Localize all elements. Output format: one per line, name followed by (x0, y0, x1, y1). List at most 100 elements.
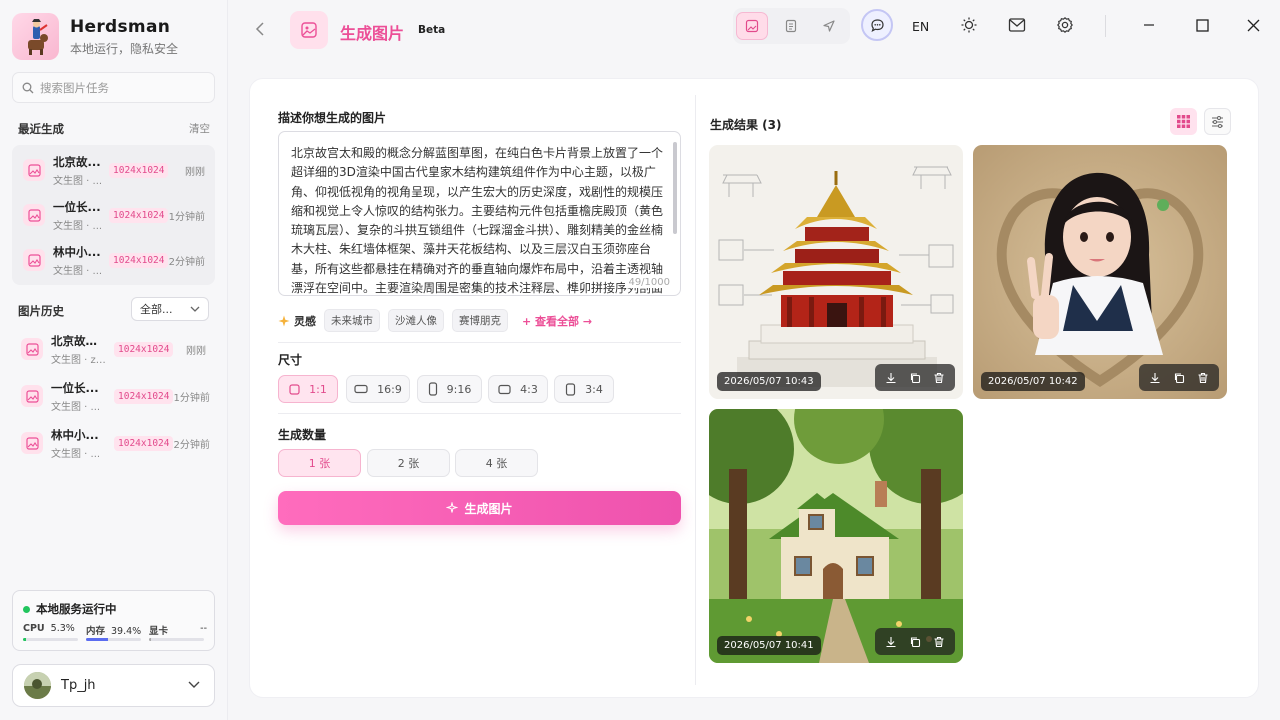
recent-item-sub: 文生图 · ... (53, 220, 103, 232)
inspiration-label: 灵感 (294, 314, 316, 328)
brand: Herdsman 本地运行，隐私安全 (12, 13, 178, 60)
count-option-4[interactable]: 4 张 (455, 449, 538, 477)
recent-item[interactable]: 北京故... 文生图 · ... 1024x1024 刚刚 (12, 148, 215, 192)
result-image-card[interactable]: 2026/05/07 10:43 (709, 145, 963, 399)
download-icon[interactable] (885, 372, 897, 384)
image-icon (21, 432, 43, 454)
prompt-scrollbar[interactable] (673, 142, 677, 234)
send-icon (823, 20, 835, 32)
maximize-icon[interactable] (1196, 19, 1209, 32)
mode-switcher (733, 8, 850, 44)
recent-item-title: 北京故... (53, 154, 101, 169)
history-item-title: 林中小... (51, 427, 99, 442)
result-image-card[interactable]: 2026/05/07 10:41 (709, 409, 963, 663)
user-name: Tp_jh (61, 678, 96, 693)
search-input[interactable] (40, 80, 200, 95)
copy-icon[interactable] (909, 636, 921, 648)
image-timestamp: 2026/05/07 10:42 (981, 372, 1085, 391)
document-icon (785, 19, 797, 33)
panel-divider (695, 95, 696, 685)
history-item-title: 北京故宫... (51, 333, 108, 348)
filter-button[interactable] (1204, 108, 1231, 135)
sidebar: Herdsman 本地运行，隐私安全 最近生成 清空 北京故... 文生图 · .… (0, 0, 228, 720)
recent-list: 北京故... 文生图 · ... 1024x1024 刚刚 一位长... 文生图 ·… (12, 145, 215, 285)
generate-button-label: 生成图片 (464, 501, 513, 516)
trash-icon[interactable] (1197, 372, 1209, 384)
close-icon[interactable] (1247, 19, 1260, 32)
search-box[interactable] (12, 72, 215, 103)
size-badge: 1024x1024 (109, 252, 169, 268)
navigate-mode-button[interactable] (813, 12, 845, 40)
history-item[interactable]: 北京故宫... 文生图 · zi... 1024x1024 刚刚 (12, 327, 215, 371)
chevron-down-icon (190, 306, 200, 312)
size-option-16-9[interactable]: 16:9 (346, 375, 410, 403)
results-title: 生成结果 (3) (710, 118, 782, 132)
recent-item-sub: 文生图 · ... (53, 175, 103, 187)
size-option-1-1[interactable]: 1:1 (278, 375, 338, 403)
size-option-9-16[interactable]: 9:16 (417, 375, 482, 403)
view-all-link[interactable]: + 查看全部 → (522, 313, 592, 329)
back-arrow-icon[interactable] (253, 20, 267, 38)
trash-icon[interactable] (933, 636, 945, 648)
status-dot (23, 605, 30, 613)
app-tagline: 本地运行，隐私安全 (70, 41, 179, 56)
download-icon[interactable] (1149, 372, 1161, 384)
chevron-down-icon (188, 681, 200, 688)
image-timestamp: 2026/05/07 10:41 (717, 636, 821, 655)
inspiration-chip[interactable]: 赛博朋克 (452, 309, 508, 332)
trash-icon[interactable] (933, 372, 945, 384)
app-logo (12, 13, 59, 60)
memory-value: 39.4% (111, 626, 142, 637)
inspiration-chip[interactable]: 未来城市 (324, 309, 380, 332)
count-option-1[interactable]: 1 张 (278, 449, 361, 477)
language-toggle[interactable]: EN (912, 19, 929, 34)
result-image-card[interactable]: 2026/05/07 10:42 (973, 145, 1227, 399)
copy-icon[interactable] (1173, 372, 1185, 384)
recent-item[interactable]: 林中小... 文生图 · ... 1024x1024 2分钟前 (12, 238, 215, 282)
history-filter-select[interactable]: 全部... (131, 297, 209, 321)
history-title: 图片历史 (18, 304, 64, 318)
inspiration-chip[interactable]: 沙滩人像 (388, 309, 444, 332)
count-label: 生成数量 (278, 428, 327, 442)
history-filter-value: 全部... (140, 303, 173, 316)
generate-button[interactable]: 生成图片 (278, 491, 681, 525)
user-menu[interactable]: Tp_jh (12, 664, 215, 707)
landscape-icon (354, 384, 368, 394)
download-icon[interactable] (885, 636, 897, 648)
chat-button[interactable] (861, 9, 893, 41)
copy-icon[interactable] (909, 372, 921, 384)
theme-sun-icon[interactable] (960, 16, 978, 34)
gear-icon[interactable] (1056, 16, 1074, 34)
size-badge: 1024x1024 (114, 435, 174, 451)
prompt-textarea[interactable]: 北京故宫太和殿的概念分解蓝图草图，在纯白色卡片背景上放置了一个超详细的3D渲染中… (278, 131, 681, 296)
recent-item-title: 一位长... (53, 199, 101, 214)
image-timestamp: 2026/05/07 10:43 (717, 372, 821, 391)
image-icon (23, 159, 45, 181)
history-item-sub: 文生图 · ... (51, 401, 101, 413)
main-panel: 描述你想生成的图片 北京故宫太和殿的概念分解蓝图草图，在纯白色卡片背景上放置了一… (249, 78, 1259, 698)
size-badge: 1024x1024 (114, 388, 174, 404)
count-option-2[interactable]: 2 张 (367, 449, 450, 477)
app-name: Herdsman (70, 16, 171, 37)
image-icon (21, 385, 43, 407)
clear-recent-button[interactable]: 清空 (189, 121, 210, 136)
history-item[interactable]: 一位长... 文生图 · ... 1024x1024 1分钟前 (12, 374, 215, 418)
document-mode-button[interactable] (775, 12, 807, 40)
square-icon (289, 383, 300, 395)
prompt-text: 北京故宫太和殿的概念分解蓝图草图，在纯白色卡片背景上放置了一个超详细的3D渲染中… (291, 146, 664, 296)
size-option-3-4[interactable]: 3:4 (554, 375, 614, 403)
size-label: 尺寸 (278, 353, 303, 367)
mail-icon[interactable] (1008, 17, 1026, 33)
image-mode-button[interactable] (736, 12, 768, 40)
size-option-4-3[interactable]: 4:3 (488, 375, 548, 403)
history-item-time: 2分钟前 (173, 439, 210, 451)
sliders-icon (1212, 115, 1223, 128)
grid-view-button[interactable] (1170, 108, 1197, 135)
minimize-icon[interactable] (1142, 18, 1156, 32)
divider (278, 342, 681, 343)
portrait-icon (428, 382, 437, 396)
recent-item[interactable]: 一位长... 文生图 · ... 1024x1024 1分钟前 (12, 193, 215, 237)
history-item[interactable]: 林中小... 文生图 · ... 1024x1024 2分钟前 (12, 421, 215, 465)
gpu-bar (149, 638, 204, 641)
image-toolbar (1139, 364, 1219, 391)
